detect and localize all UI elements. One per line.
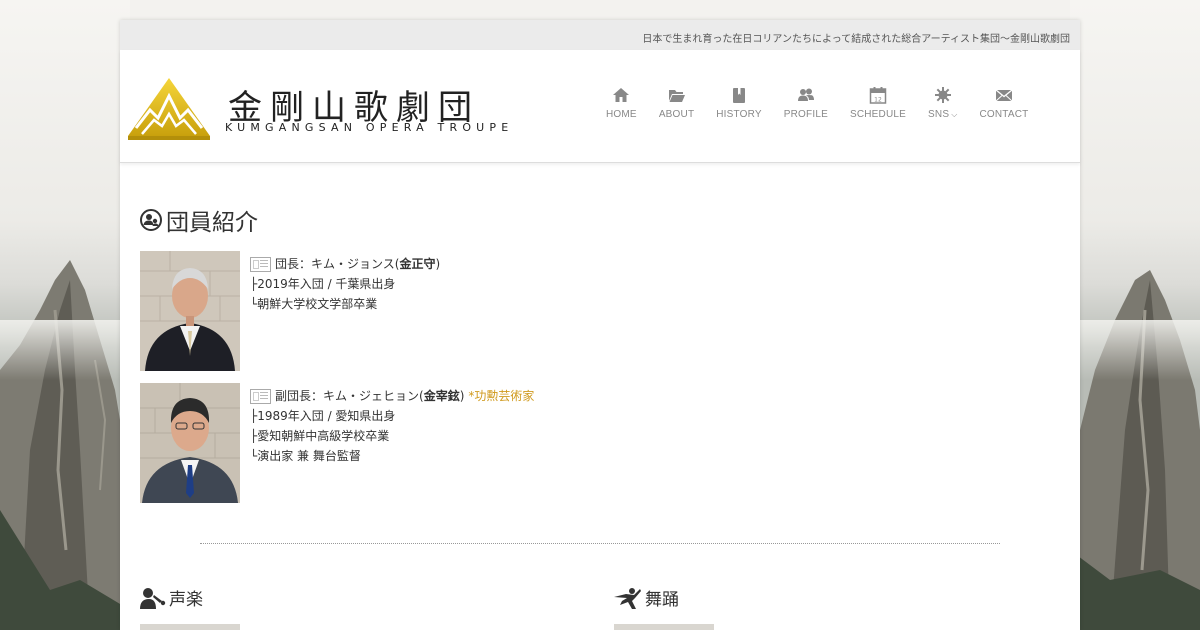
calendar-icon: 12 — [869, 87, 887, 104]
member-name-close: ) — [459, 389, 465, 403]
nav-schedule[interactable]: 12 SCHEDULE — [839, 86, 917, 120]
book-icon — [733, 88, 746, 103]
nav-contact[interactable]: CONTACT — [968, 86, 1039, 120]
profile-card-icon — [250, 256, 271, 272]
mountain-logo-icon — [128, 78, 210, 140]
home-icon — [613, 88, 630, 102]
background-scenery-left — [0, 0, 130, 630]
tagline-bar: 日本で生まれ育った在日コリアンたちによって結成された総合アーティスト集団～金剛山… — [120, 20, 1080, 50]
nav-history-label: HISTORY — [716, 109, 762, 120]
member-name-close: ) — [435, 257, 441, 271]
subsection-heading-dance: 舞踊 — [614, 585, 679, 610]
member-info: 副団長：キム・ジェヒョン(金宰鉉) *功勲芸術家 ├1989年入団 / 愛知県出身… — [250, 383, 534, 503]
nav-home[interactable]: HOME — [595, 86, 648, 120]
nav-about[interactable]: ABOUT — [648, 86, 705, 120]
profile-card-icon — [250, 388, 271, 404]
main-nav: HOME ABOUT HISTORY PROFILE 12 SCHEDULE S… — [595, 86, 1039, 120]
nav-contact-label: CONTACT — [979, 109, 1029, 120]
mail-icon — [995, 89, 1013, 102]
member-detail: └朝鮮大学校文学部卒業 — [250, 297, 378, 311]
page-title: 団員紹介 — [166, 210, 258, 236]
logo-subtitle: KUMGANGSAN OPERA TROUPE — [225, 121, 514, 134]
nav-sns-label: SNS — [928, 109, 950, 120]
subsection-title: 声楽 — [169, 590, 203, 610]
section-heading: 団員紹介 — [140, 203, 258, 237]
member-role: 副団長：キム・ジェヒョン( — [275, 389, 424, 403]
nav-home-label: HOME — [606, 109, 637, 120]
member-card-preview — [614, 624, 714, 630]
background-scenery-right — [1070, 0, 1200, 630]
member-photo[interactable] — [140, 383, 240, 503]
member-name: 金正守 — [399, 257, 436, 271]
subsection-heading-vocal: 声楽 — [140, 585, 203, 610]
member-name: 金宰鉉 — [423, 389, 460, 403]
nav-profile-label: PROFILE — [783, 109, 828, 120]
nav-profile[interactable]: PROFILE — [773, 86, 839, 120]
nav-schedule-label: SCHEDULE — [849, 109, 907, 120]
member-info: 団長：キム・ジョンス(金正守) ├2019年入団 / 千葉県出身 └朝鮮大学校文… — [250, 251, 440, 371]
member-role: 団長：キム・ジョンス( — [275, 257, 400, 271]
section-heading-icon — [140, 209, 162, 231]
singer-icon — [140, 587, 166, 609]
member-detail: ├2019年入団 / 千葉県出身 — [250, 277, 396, 291]
nav-about-label: ABOUT — [658, 109, 695, 120]
site-header: 金剛山歌劇団 KUMGANGSAN OPERA TROUPE HOME ABOU… — [120, 50, 1080, 163]
nav-sns[interactable]: SNS ⌵ — [917, 86, 968, 120]
member-photo-preview[interactable] — [140, 624, 240, 630]
member-photo[interactable] — [140, 251, 240, 371]
chevron-down-icon: ⌵ — [951, 110, 958, 119]
gear-icon — [934, 87, 951, 103]
member-card: 副団長：キム・ジェヒョン(金宰鉉) *功勲芸術家 ├1989年入団 / 愛知県出身… — [140, 383, 534, 503]
member-card-preview — [140, 624, 240, 630]
calendar-day: 12 — [874, 97, 882, 104]
member-card: 団長：キム・ジョンス(金正守) ├2019年入団 / 千葉県出身 └朝鮮大学校文… — [140, 251, 440, 371]
section-divider — [200, 543, 1000, 544]
page-container: 日本で生まれ育った在日コリアンたちによって結成された総合アーティスト集団～金剛山… — [120, 20, 1080, 630]
member-detail: └演出家 兼 舞台監督 — [250, 449, 361, 463]
people-icon — [797, 88, 814, 101]
subsection-title: 舞踊 — [645, 590, 679, 610]
member-detail: ├愛知朝鮮中高級学校卒業 — [250, 429, 390, 443]
tagline: 日本で生まれ育った在日コリアンたちによって結成された総合アーティスト集団～金剛山… — [642, 34, 1070, 45]
folder-icon — [668, 90, 685, 102]
dancer-icon — [614, 587, 641, 609]
member-photo-preview[interactable] — [614, 624, 714, 630]
member-detail: ├1989年入団 / 愛知県出身 — [250, 409, 396, 423]
site-logo[interactable]: 金剛山歌劇団 KUMGANGSAN OPERA TROUPE — [128, 74, 578, 140]
member-honor: *功勲芸術家 — [468, 389, 535, 403]
nav-history[interactable]: HISTORY — [705, 86, 773, 120]
